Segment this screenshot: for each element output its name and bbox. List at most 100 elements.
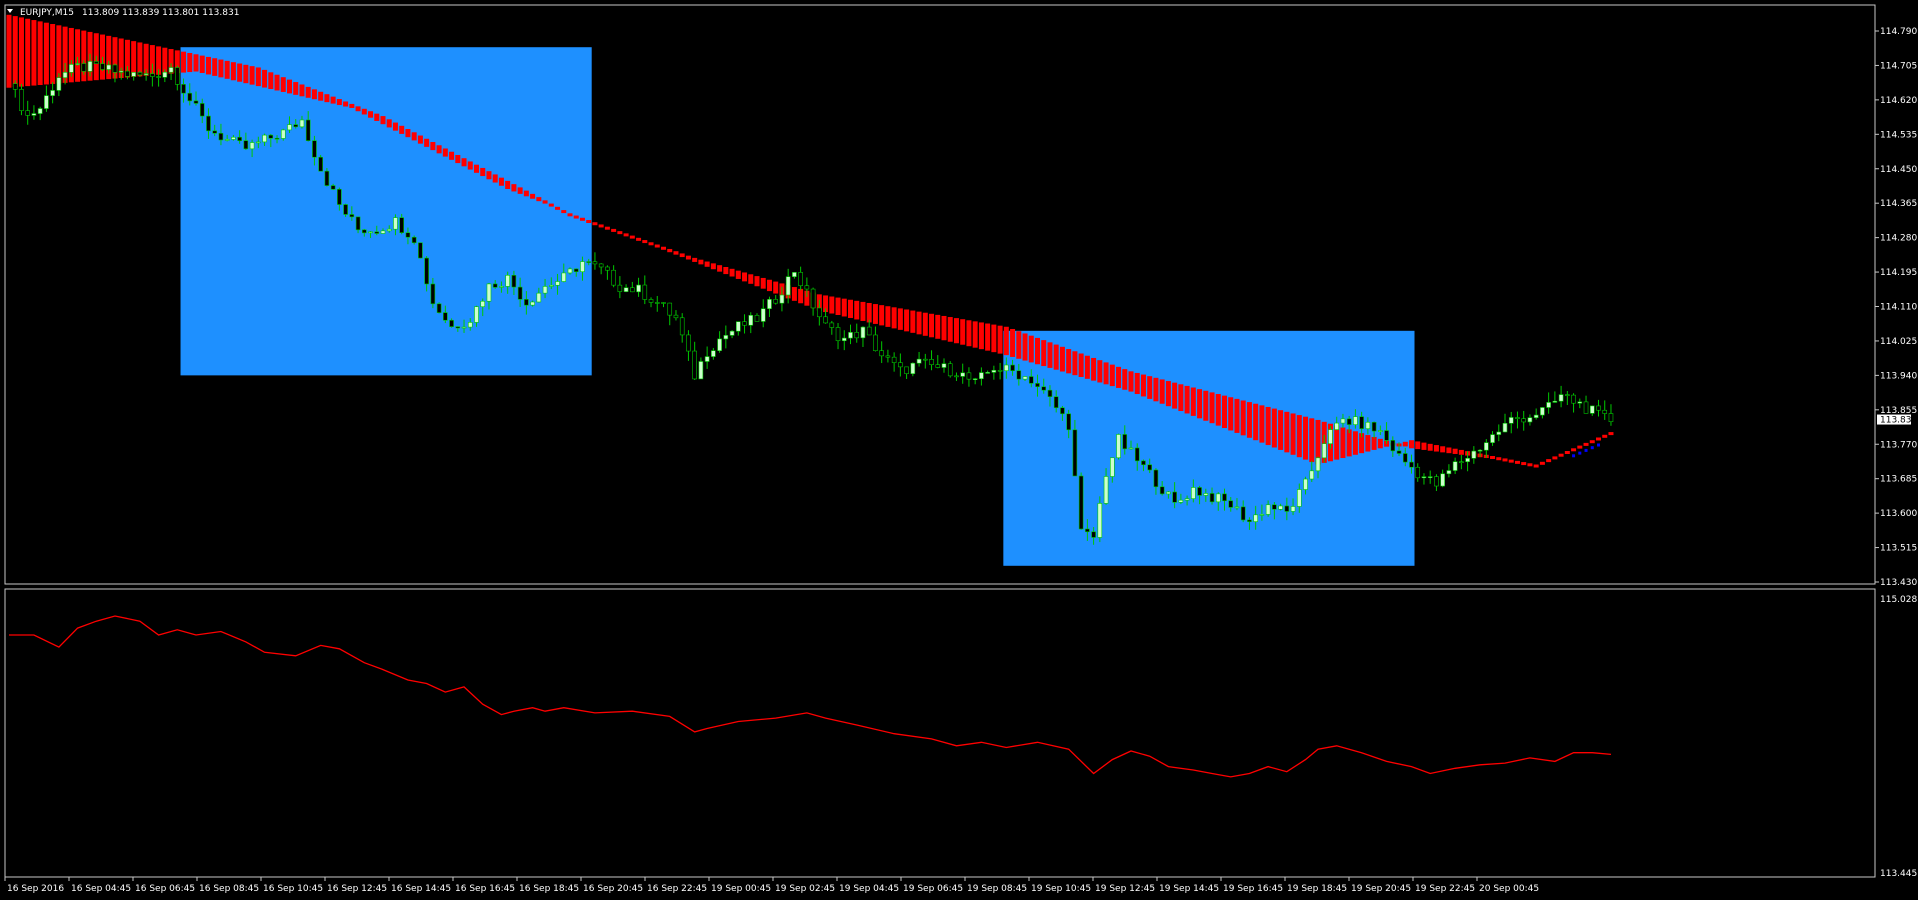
- band-bar: [1153, 377, 1159, 402]
- band-bar: [960, 319, 966, 345]
- band-bar: [1215, 394, 1221, 426]
- candle-body: [1228, 500, 1234, 508]
- band-bar: [1521, 462, 1527, 466]
- band-bar: [187, 52, 193, 73]
- candle-body: [1078, 475, 1084, 530]
- y-tick-label: 113.855: [1880, 406, 1917, 416]
- band-bar: [474, 164, 479, 173]
- band-bar: [885, 306, 891, 327]
- band-bar: [586, 220, 592, 224]
- band-bar: [1365, 435, 1371, 452]
- band-bar: [985, 323, 991, 351]
- candle-body: [1166, 491, 1171, 495]
- menu-triangle-icon[interactable]: [7, 9, 13, 13]
- candle-body: [499, 286, 504, 288]
- candle-body: [1502, 422, 1508, 433]
- band-bar: [791, 287, 797, 301]
- candle-body: [536, 292, 542, 303]
- candle-body: [256, 141, 261, 144]
- band-bar: [424, 138, 430, 147]
- band-bar: [1271, 408, 1277, 448]
- band-bar: [555, 206, 561, 210]
- candle-body: [467, 322, 473, 328]
- y-tick-label: 114.535: [1880, 130, 1917, 140]
- x-tick-label: 19 Sep 04:45: [839, 884, 899, 894]
- candle-body: [1571, 394, 1576, 404]
- band-bar: [798, 288, 804, 304]
- candle-body: [143, 73, 149, 76]
- band-bar: [1246, 402, 1252, 438]
- band-bar: [748, 274, 754, 284]
- candle-body: [586, 261, 592, 263]
- candle-body: [443, 312, 448, 321]
- candle-body: [1527, 417, 1533, 423]
- candle-body: [561, 272, 567, 282]
- candle-body: [505, 274, 510, 287]
- candle-body: [1284, 505, 1290, 512]
- highlight-box: [180, 47, 592, 376]
- band-bar: [1128, 371, 1134, 392]
- candle-body: [723, 335, 729, 340]
- candle-body: [1290, 506, 1296, 512]
- band-bar: [1234, 398, 1240, 433]
- candle-body: [1097, 503, 1103, 538]
- band-bar: [199, 55, 205, 73]
- trading-chart[interactable]: 114.790 114.705 114.620 114.535 114.450 114.3…: [0, 0, 1918, 900]
- candle-body: [798, 272, 803, 287]
- band-bar: [1552, 456, 1558, 460]
- candle-body: [1215, 493, 1221, 503]
- candle-body: [860, 326, 866, 339]
- candle-body: [418, 242, 423, 259]
- band-bar: [1458, 449, 1464, 455]
- x-tick-label: 16 Sep 2016: [7, 884, 64, 894]
- y-tick-label: 113.770: [1880, 440, 1917, 450]
- x-tick-label: 16 Sep 06:45: [135, 884, 195, 894]
- band-bar: [1371, 436, 1377, 450]
- x-tick-label: 16 Sep 22:45: [647, 884, 707, 894]
- candle-body: [156, 76, 161, 78]
- candle-body: [206, 115, 211, 132]
- x-tick-label: 16 Sep 08:45: [199, 884, 259, 894]
- band-bar: [685, 255, 691, 260]
- candle-body: [1197, 487, 1202, 496]
- band-bar: [910, 310, 916, 333]
- candle-body: [661, 302, 666, 304]
- band-bar: [692, 257, 698, 262]
- band-bar: [262, 69, 268, 88]
- candle-body: [623, 287, 629, 292]
- candle-body: [904, 366, 909, 374]
- candle-body: [1321, 443, 1327, 459]
- candle-body: [436, 303, 442, 313]
- band-bar: [835, 297, 841, 316]
- candle-body: [1558, 394, 1564, 402]
- candle-body: [642, 284, 648, 300]
- band-bar: [218, 59, 224, 78]
- band-bar: [710, 263, 716, 270]
- candle-body: [929, 359, 934, 365]
- candle-body: [611, 269, 616, 286]
- band-bar: [1265, 406, 1271, 446]
- band-bar: [530, 193, 536, 199]
- candle-body: [1041, 386, 1047, 391]
- candle-body: [1265, 504, 1271, 515]
- band-bar: [1440, 446, 1446, 453]
- band-bar: [935, 314, 941, 339]
- band-bar: [430, 142, 436, 151]
- band-bar: [1558, 453, 1564, 457]
- band-bar: [212, 58, 218, 76]
- band-bar: [486, 171, 492, 180]
- band-bar: [1022, 333, 1028, 361]
- x-tick-label: 19 Sep 06:45: [903, 884, 963, 894]
- candle-body: [1035, 383, 1040, 388]
- x-tick-label: 19 Sep 22:45: [1415, 884, 1475, 894]
- band-bar: [953, 318, 959, 344]
- candle-body: [617, 284, 623, 292]
- band-bar: [405, 129, 411, 138]
- band-bar: [6, 14, 12, 88]
- candle-body: [711, 350, 716, 357]
- candle-body: [1409, 461, 1414, 468]
- candle-body: [1496, 431, 1502, 435]
- band-bar: [860, 301, 866, 321]
- y-tick-label: 114.620: [1880, 96, 1917, 106]
- candle-body: [966, 372, 972, 380]
